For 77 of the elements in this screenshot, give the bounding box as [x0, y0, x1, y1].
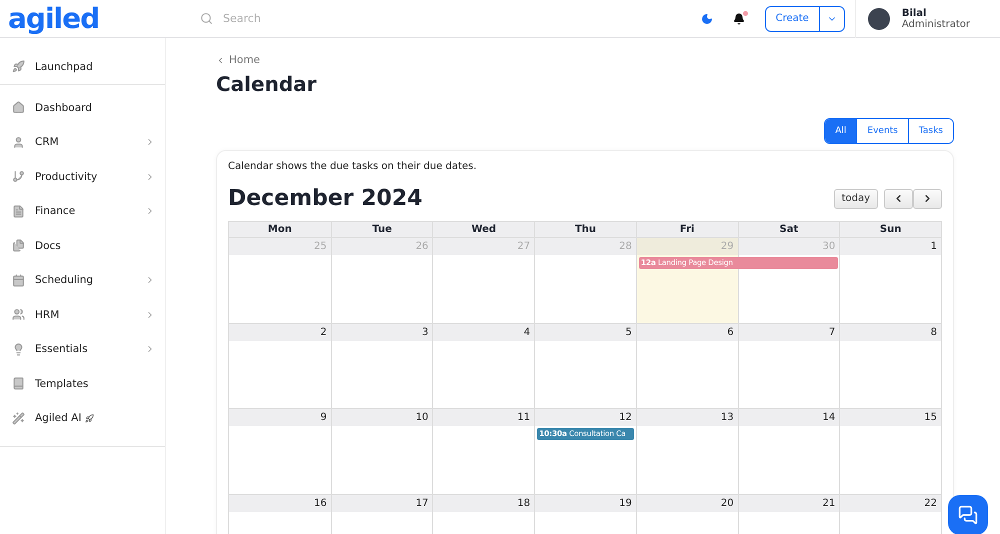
sidebar-item[interactable]: CRM [0, 125, 165, 160]
day-number: 28 [535, 238, 636, 255]
breadcrumb-text: Home [229, 54, 260, 66]
sidebar-item[interactable]: Agiled AI [0, 401, 165, 436]
day-number: 25 [229, 238, 331, 255]
day-number: 1 [840, 238, 941, 255]
rocket-icon [12, 60, 25, 74]
previous-button[interactable] [884, 188, 913, 208]
day-number: 13 [636, 409, 738, 426]
day-number: 19 [535, 494, 636, 512]
day-number: 21 [738, 494, 840, 512]
home-icon [12, 101, 25, 114]
weekday-header: Thu [534, 222, 636, 237]
people-icon [12, 308, 25, 322]
sidebar-item[interactable]: Essentials [0, 332, 165, 366]
agiled-logo: agiled [7, 0, 100, 36]
weekday-header: Sun [839, 222, 941, 237]
page-title: Calendar [216, 72, 318, 96]
sidebar-item[interactable]: Templates [0, 366, 165, 401]
next-button[interactable] [913, 188, 942, 208]
user-role: Administrator [902, 18, 970, 30]
day-number: 29 [636, 238, 738, 255]
day-number: 18 [433, 494, 534, 512]
chat-button[interactable] [948, 495, 988, 534]
day-number: 17 [332, 494, 432, 512]
avatar[interactable] [868, 8, 890, 30]
bell-icon[interactable] [732, 12, 745, 24]
chevron-icon [216, 56, 225, 64]
weekday-header: Fri [636, 222, 738, 237]
user-name: Bilal [902, 8, 928, 18]
day-number: 22 [840, 494, 941, 512]
day-number: 3 [332, 324, 432, 340]
day-number: 26 [332, 238, 432, 255]
day-number: 5 [535, 324, 636, 340]
day-number: 27 [433, 238, 534, 255]
day-number: 6 [636, 324, 738, 340]
branch-icon [12, 170, 25, 184]
day-number: 7 [738, 324, 840, 340]
files-icon [12, 239, 25, 252]
lightbulb-icon [12, 342, 25, 356]
document-icon [12, 204, 25, 218]
rocket-icon [85, 414, 94, 423]
today-button[interactable]: today [834, 188, 878, 208]
sidebar-item[interactable]: Docs [0, 228, 165, 263]
calendar-note: Calendar shows the due tasks on their due dates. [228, 161, 478, 172]
person-icon [12, 136, 25, 149]
weekday-header: Mon [229, 222, 331, 237]
sidebar-item[interactable]: Productivity [0, 160, 165, 194]
sidebar-item[interactable]: Dashboard [0, 90, 165, 125]
weekday-header: Tue [330, 222, 432, 237]
moon-icon[interactable] [700, 12, 713, 24]
breadcrumb-link[interactable]: Home [216, 54, 954, 66]
sidebar-item[interactable]: Finance [0, 194, 165, 228]
day-number: 10 [332, 409, 432, 426]
weekday-header: Wed [432, 222, 534, 237]
calendar-icon [12, 274, 25, 287]
search-icon [200, 12, 213, 25]
day-number: 15 [840, 409, 941, 426]
sidebar-item[interactable]: HRM [0, 298, 165, 332]
day-number: 16 [229, 494, 331, 512]
day-number: 9 [229, 409, 331, 426]
wand-icon [12, 412, 25, 425]
sidebar-item[interactable]: Scheduling [0, 263, 165, 298]
day-number: 14 [738, 409, 840, 426]
chat-icon [958, 505, 978, 525]
day-number: 8 [840, 324, 941, 340]
weekday-header: Sat [738, 222, 840, 237]
filter-tab[interactable]: Tasks [908, 119, 953, 143]
month-title: December 2024 [228, 186, 424, 211]
book-icon [12, 377, 25, 390]
day-number: 12 [535, 409, 636, 426]
day-number: 20 [636, 494, 738, 512]
day-number: 4 [433, 324, 534, 340]
day-number: 11 [433, 409, 534, 426]
filter-tab[interactable]: All [825, 119, 856, 143]
day-number: 2 [229, 324, 331, 340]
day-number: 30 [738, 238, 840, 255]
